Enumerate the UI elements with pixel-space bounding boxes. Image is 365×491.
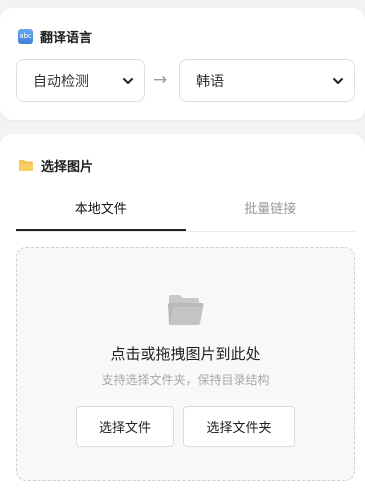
chevron-down-icon <box>333 78 343 84</box>
translate-language-card: abc 翻译语言 自动检测 → 韩语 <box>0 8 365 120</box>
select-image-header: 选择图片 <box>18 156 93 175</box>
dropzone-subtitle: 支持选择文件夹，保持目录结构 <box>101 373 270 387</box>
image-source-tabs: 本地文件 批量链接 <box>16 192 355 232</box>
image-dropzone[interactable]: 点击或拖拽图片到此处 支持选择文件夹，保持目录结构 选择文件 选择文件夹 <box>16 247 355 481</box>
arrow-right-icon: → <box>153 70 168 90</box>
translate-language-header: abc 翻译语言 <box>18 27 92 46</box>
select-image-card: 选择图片 本地文件 批量链接 点击或拖拽图片到此处 支持选择文件夹，保持目录结构… <box>0 134 365 491</box>
select-file-button[interactable]: 选择文件 <box>76 406 174 447</box>
chevron-down-icon <box>123 78 133 84</box>
target-language-select[interactable]: 韩语 <box>179 59 355 102</box>
dropzone-title: 点击或拖拽图片到此处 <box>110 345 261 363</box>
folder-icon <box>18 159 34 172</box>
translate-language-title: 翻译语言 <box>40 31 93 46</box>
open-folder-icon <box>168 295 204 325</box>
tab-batch-links[interactable]: 批量链接 <box>186 192 356 231</box>
source-language-select[interactable]: 自动检测 <box>16 59 145 102</box>
tab-local-file[interactable]: 本地文件 <box>16 192 186 231</box>
abc-icon: abc <box>18 29 33 44</box>
select-image-title: 选择图片 <box>41 160 94 175</box>
select-folder-button[interactable]: 选择文件夹 <box>183 406 295 447</box>
source-language-value: 自动检测 <box>33 73 89 90</box>
target-language-value: 韩语 <box>196 73 224 90</box>
